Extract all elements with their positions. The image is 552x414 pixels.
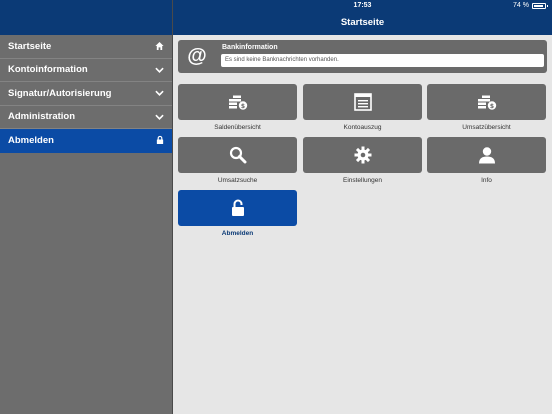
tile-label: Saldenübersicht xyxy=(214,124,261,131)
chevron-down-icon xyxy=(155,112,164,121)
coins-icon: $ xyxy=(228,94,248,110)
chevron-down-icon xyxy=(155,89,164,98)
sidebar-item-label: Startseite xyxy=(8,40,52,52)
bank-info-panel[interactable]: @ Bankinformation Es sind keine Banknach… xyxy=(178,40,547,73)
svg-text:$: $ xyxy=(240,103,244,110)
tile-info[interactable] xyxy=(427,137,546,173)
svg-text:$: $ xyxy=(489,103,493,110)
page-title: Startseite xyxy=(340,17,385,28)
tile-label: Einstellungen xyxy=(342,177,383,184)
search-icon xyxy=(229,146,247,164)
coins-icon: $ xyxy=(477,94,497,110)
user-icon xyxy=(478,146,496,164)
sidebar-item-administration[interactable]: Administration xyxy=(0,106,172,129)
battery-percent: 74 % xyxy=(513,2,529,9)
unlock-icon xyxy=(231,199,245,217)
tile-label: Umsatzsuche xyxy=(217,177,258,184)
sidebar-item-label: Kontoinformation xyxy=(8,64,88,76)
tile-label: Umsatzübersicht xyxy=(462,124,511,131)
tile-abmelden[interactable] xyxy=(178,190,297,226)
bank-message: Es sind keine Banknachrichten vorhanden. xyxy=(221,54,544,67)
tile-umsatzsuche[interactable] xyxy=(178,137,297,173)
tile-kontoauszug[interactable] xyxy=(303,84,422,120)
tile-umsatzuebersicht[interactable]: $ xyxy=(427,84,546,120)
tile-einstellungen[interactable] xyxy=(303,137,422,173)
sidebar-item-abmelden[interactable]: Abmelden xyxy=(0,129,172,153)
top-bar: 17:53 74 % Startseite xyxy=(173,0,552,35)
sidebar-item-label: Administration xyxy=(8,111,76,123)
tile-label: Kontoauszug xyxy=(343,124,382,131)
sidebar-item-signatur[interactable]: Signatur/Autorisierung xyxy=(0,82,172,106)
statement-icon xyxy=(353,93,372,111)
sidebar-item-startseite[interactable]: Startseite xyxy=(0,35,172,59)
sidebar-item-kontoinformation[interactable]: Kontoinformation xyxy=(0,59,172,82)
lock-icon xyxy=(155,136,164,145)
at-icon: @ xyxy=(187,45,207,67)
status-time: 17:53 xyxy=(353,2,372,9)
bank-info-title: Bankinformation xyxy=(222,44,278,51)
sidebar: Startseite Kontoinformation Signatur/Aut… xyxy=(0,0,172,414)
battery-icon xyxy=(532,2,548,9)
tile-label: Info xyxy=(481,177,492,184)
tile-saldenuebersicht[interactable]: $ xyxy=(178,84,297,120)
home-icon xyxy=(155,42,164,51)
sidebar-header xyxy=(0,0,172,35)
sidebar-item-label: Abmelden xyxy=(8,134,54,146)
chevron-down-icon xyxy=(155,65,164,74)
main-content: @ Bankinformation Es sind keine Banknach… xyxy=(173,35,552,414)
gear-icon xyxy=(354,146,372,164)
tile-label: Abmelden xyxy=(221,230,254,237)
status-battery: 74 % xyxy=(513,2,548,9)
sidebar-item-label: Signatur/Autorisierung xyxy=(8,87,112,99)
